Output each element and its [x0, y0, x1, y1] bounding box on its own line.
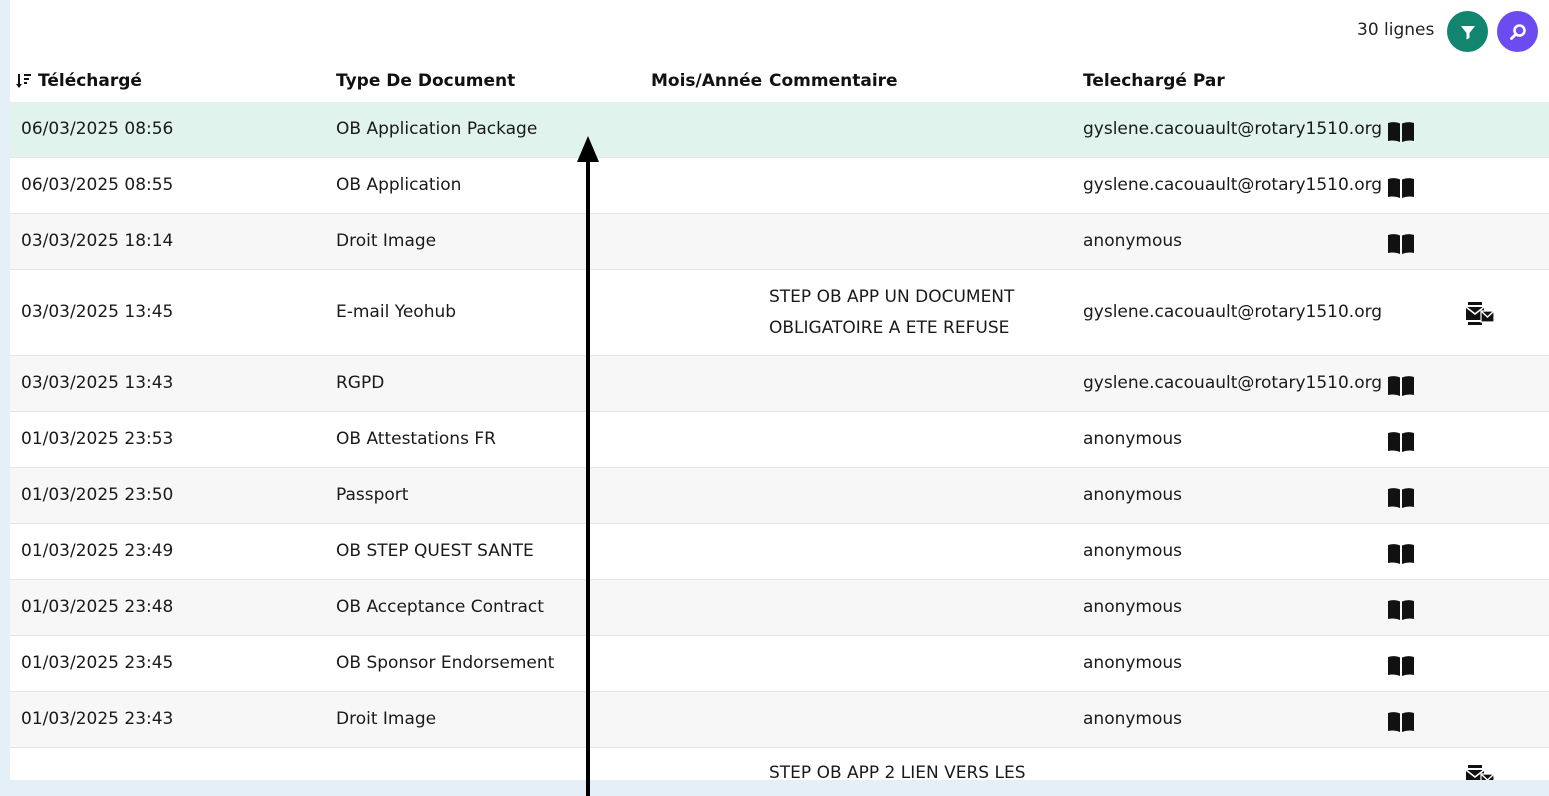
- book-icon[interactable]: [1387, 177, 1415, 199]
- book-icon[interactable]: [1387, 233, 1415, 255]
- cell-document-type: OB Attestations FR: [336, 429, 496, 449]
- cell-uploaded-by: anonymous: [1083, 709, 1183, 729]
- cell-uploaded-by: gyslene.cacouault@rotary1510.org: [1083, 119, 1383, 139]
- cell-uploaded-date: 01/03/2025 23:53: [21, 429, 174, 449]
- filter-button[interactable]: [1447, 11, 1488, 52]
- book-icon[interactable]: [1387, 543, 1415, 565]
- sort-descending-icon: [16, 74, 31, 88]
- mail-icon[interactable]: [1465, 763, 1495, 780]
- cell-document-type: Passport: [336, 485, 409, 505]
- table-body: 06/03/2025 08:56 OB Application Package gy…: [10, 102, 1549, 780]
- cell-uploaded-date: 01/03/2025 23:49: [21, 541, 174, 561]
- table-row[interactable]: 03/03/2025 18:14 Droit Image anonymous: [10, 214, 1549, 270]
- cell-document-type: OB Acceptance Contract: [336, 597, 544, 617]
- cell-uploaded-date: 03/03/2025 18:14: [21, 231, 174, 251]
- book-icon[interactable]: [1387, 121, 1415, 143]
- book-icon[interactable]: [1387, 599, 1415, 621]
- table-header: Téléchargé Type De Document Mois/Année C…: [10, 62, 1549, 103]
- table-row[interactable]: 01/03/2025 23:48 OB Acceptance Contract an…: [10, 580, 1549, 636]
- book-icon[interactable]: [1387, 431, 1415, 453]
- mail-icon[interactable]: [1465, 300, 1495, 328]
- cell-uploaded-by: gyslene.cacouault@rotary1510.org: [1083, 302, 1383, 322]
- cell-uploaded-by: anonymous: [1083, 485, 1183, 505]
- book-icon[interactable]: [1387, 655, 1415, 677]
- cell-document-type: Droit Image: [336, 231, 437, 251]
- cell-document-type: OB Sponsor Endorsement: [336, 653, 555, 673]
- table-row[interactable]: 01/03/2025 23:43 Droit Image anonymous: [10, 692, 1549, 748]
- cell-uploaded-date: 03/03/2025 13:43: [21, 373, 174, 393]
- table-row[interactable]: 01/03/2025 23:53 OB Attestations FR anonym…: [10, 412, 1549, 468]
- cell-document-type: E-mail Yeohub: [336, 302, 457, 322]
- column-header-uploaded-by[interactable]: Telechargé Par: [1083, 71, 1225, 91]
- row-count: 30 lignes: [1357, 20, 1435, 40]
- cell-uploaded-date: 01/03/2025 23:43: [21, 709, 174, 729]
- cell-comment: STEP OB APP 2 LIEN VERS LES: [769, 763, 1026, 780]
- cell-document-type: Droit Image: [336, 709, 437, 729]
- cell-document-type: OB Application: [336, 175, 462, 195]
- table-row[interactable]: 01/03/2025 23:49 OB STEP QUEST SANTE anony…: [10, 524, 1549, 580]
- book-icon[interactable]: [1387, 711, 1415, 733]
- cell-document-type: OB STEP QUEST SANTE: [336, 541, 534, 561]
- cell-uploaded-by: anonymous: [1083, 231, 1183, 251]
- column-header-doc-type[interactable]: Type De Document: [336, 71, 515, 91]
- column-header-comment[interactable]: Commentaire: [769, 71, 898, 91]
- table-row[interactable]: 01/03/2025 23:45 OB Sponsor Endorsement an…: [10, 636, 1549, 692]
- column-header-uploaded[interactable]: Téléchargé: [16, 71, 142, 91]
- table-row[interactable]: 01/03/2025 23:50 Passport anonymous: [10, 468, 1549, 524]
- cell-uploaded-date: 01/03/2025 23:45: [21, 653, 174, 673]
- cell-uploaded-date: 06/03/2025 08:55: [21, 175, 174, 195]
- cell-uploaded-by: anonymous: [1083, 541, 1183, 561]
- cell-uploaded-by: gyslene.cacouault@rotary1510.org: [1083, 373, 1383, 393]
- column-header-month-year[interactable]: Mois/Année: [651, 71, 762, 91]
- cell-uploaded-by: anonymous: [1083, 429, 1183, 449]
- cell-document-type: RGPD: [336, 373, 385, 393]
- cell-uploaded-by: anonymous: [1083, 653, 1183, 673]
- column-label-uploaded: Téléchargé: [38, 71, 142, 91]
- book-icon[interactable]: [1387, 487, 1415, 509]
- search-button[interactable]: [1497, 11, 1538, 52]
- cell-uploaded-date: 01/03/2025 23:48: [21, 597, 174, 617]
- table-row[interactable]: 06/03/2025 08:56 OB Application Package gy…: [10, 102, 1549, 158]
- cell-comment: STEP OB APP UN DOCUMENT OBLIGATOIRE A ET…: [769, 287, 1015, 338]
- cell-uploaded-date: 01/03/2025 23:50: [21, 485, 174, 505]
- cell-uploaded-by: anonymous: [1083, 597, 1183, 617]
- filter-icon: [1460, 25, 1475, 39]
- cell-document-type: OB Application Package: [336, 119, 538, 139]
- documents-panel: 30 lignes Téléchargé Type De Document Mo…: [10, 0, 1549, 780]
- annotation-arrow: [577, 136, 599, 796]
- table-row[interactable]: 03/03/2025 13:43 RGPD gyslene.cacouault@ro…: [10, 356, 1549, 412]
- search-icon: [1509, 23, 1526, 40]
- table-toolbar: 30 lignes: [10, 0, 1549, 63]
- book-icon[interactable]: [1387, 375, 1415, 397]
- table-row[interactable]: 03/03/2025 13:45 E-mail Yeohub STEP OB APP…: [10, 270, 1549, 356]
- cell-uploaded-date: 03/03/2025 13:45: [21, 302, 174, 322]
- table-row[interactable]: 06/03/2025 08:55 OB Application gyslene.ca…: [10, 158, 1549, 214]
- cell-uploaded-date: 06/03/2025 08:56: [21, 119, 174, 139]
- cell-uploaded-by: gyslene.cacouault@rotary1510.org: [1083, 175, 1383, 195]
- table-row[interactable]: STEP OB APP 2 LIEN VERS LES: [10, 748, 1549, 780]
